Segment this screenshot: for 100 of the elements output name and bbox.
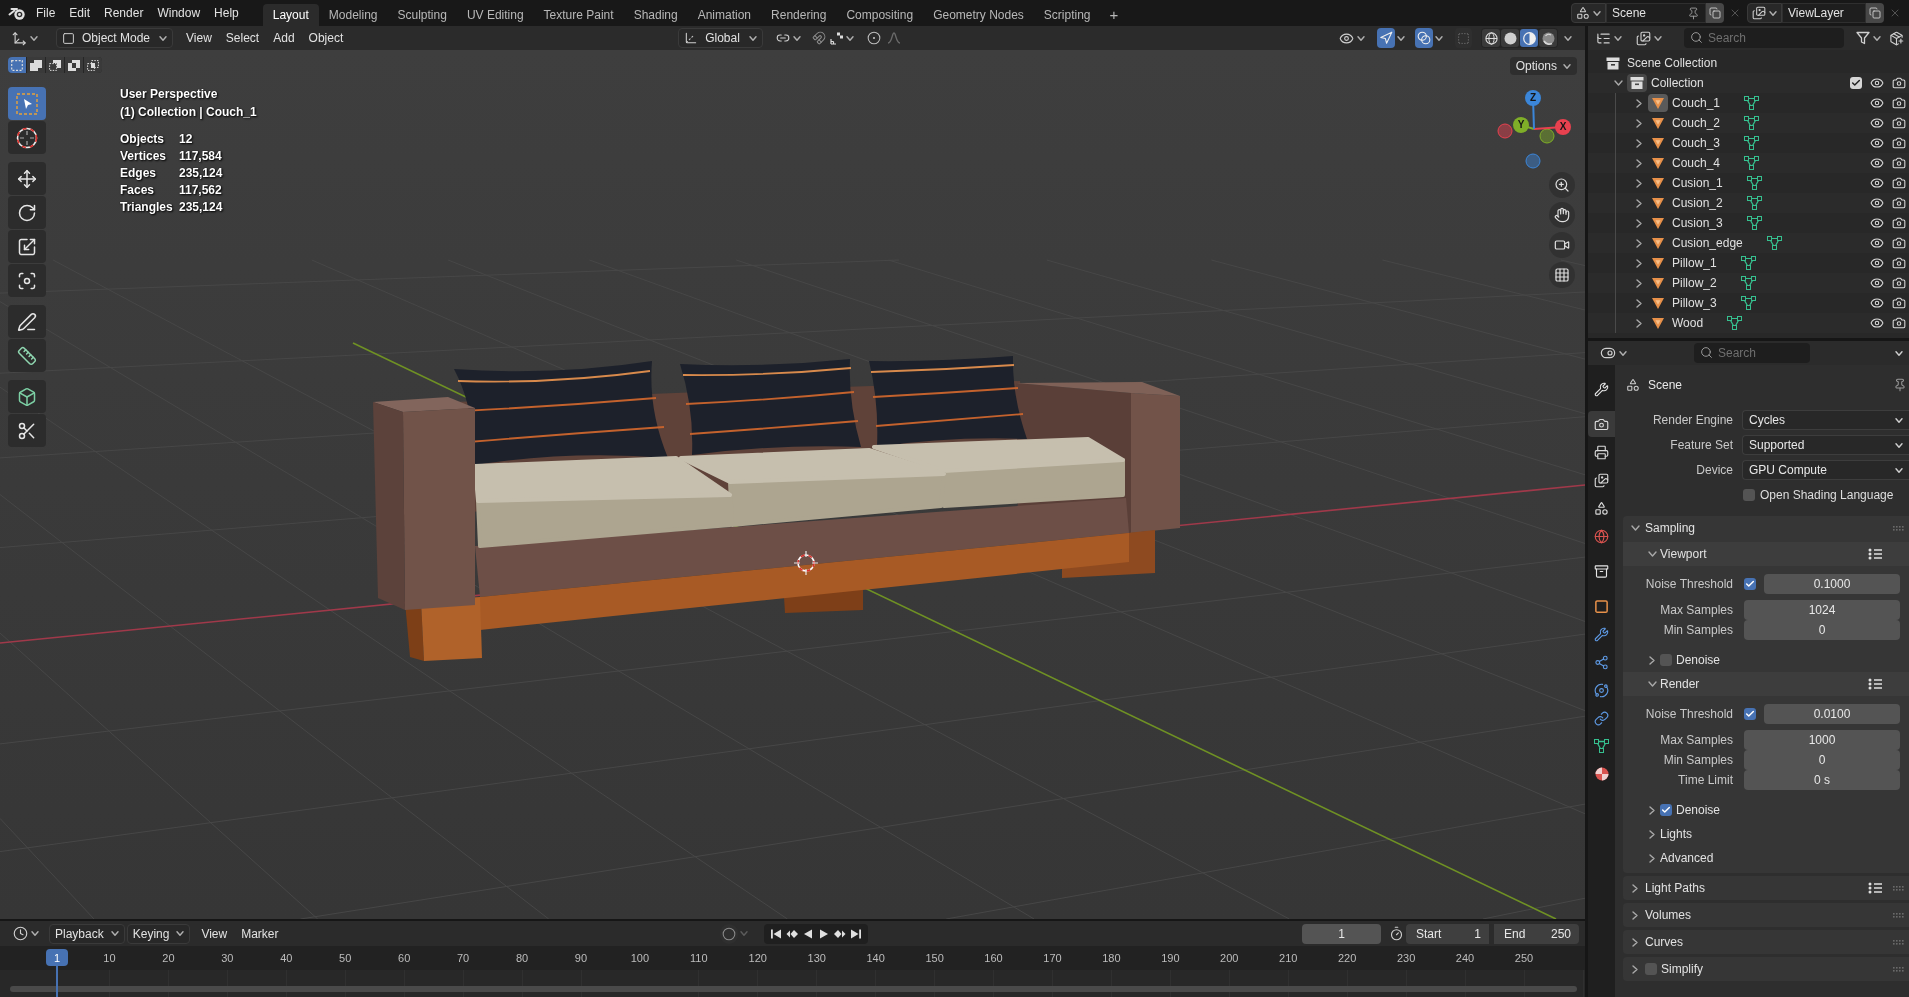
current-frame-marker[interactable]: 1 <box>46 949 68 966</box>
tool-button[interactable] <box>8 339 46 372</box>
options-dropdown[interactable]: Options <box>1509 57 1577 75</box>
tool-button[interactable] <box>8 196 46 229</box>
triangle-icon[interactable] <box>1651 216 1665 230</box>
jump-end-icon[interactable] <box>849 927 862 940</box>
panel-title[interactable]: Lights <box>1660 827 1693 841</box>
add-workspace-button[interactable]: + <box>1103 4 1125 26</box>
chevron-right-icon[interactable] <box>1636 198 1642 208</box>
gizmo-toggle[interactable] <box>1377 28 1395 48</box>
search-field[interactable]: Search <box>1684 28 1844 48</box>
chevron-right-icon[interactable] <box>1649 829 1655 839</box>
scene-browse-button[interactable] <box>1571 3 1606 23</box>
outliner-item[interactable]: Pillow_2 <box>1672 276 1717 290</box>
view-layer-browse-button[interactable] <box>1747 3 1782 23</box>
chevron-right-icon[interactable] <box>1632 883 1638 893</box>
checkbox[interactable] <box>1744 578 1756 590</box>
current-frame-field[interactable]: 1 <box>1302 923 1381 944</box>
camera-icon[interactable] <box>1892 96 1906 110</box>
number-field[interactable]: 0.1000 <box>1764 574 1900 594</box>
panel-title[interactable]: Simplify <box>1661 962 1703 976</box>
checkbox[interactable] <box>1850 77 1862 89</box>
outliner-item[interactable]: Couch_1 <box>1672 96 1721 110</box>
record-button[interactable] <box>719 923 738 944</box>
tool-button[interactable] <box>8 380 46 413</box>
workspace-tab[interactable]: Sculpting <box>387 4 457 26</box>
eye-icon[interactable] <box>1870 216 1884 230</box>
outliner-item[interactable]: Couch_4 <box>1672 156 1721 170</box>
triangle-icon[interactable] <box>1651 256 1665 270</box>
eye-icon[interactable] <box>1870 236 1884 250</box>
workspace-tab[interactable]: Rendering <box>761 4 837 26</box>
menu-item[interactable]: Render <box>97 3 151 23</box>
outliner-item[interactable]: Cusion_2 <box>1672 196 1723 210</box>
projection-button[interactable] <box>1549 262 1575 288</box>
outliner-item[interactable]: Collection <box>1651 76 1704 90</box>
menu-dropdown[interactable]: Keying <box>126 923 191 944</box>
chevron-down-icon[interactable] <box>1630 525 1640 531</box>
camera-icon[interactable] <box>1892 276 1906 290</box>
triangle-icon[interactable] <box>1651 276 1665 290</box>
panel-title[interactable]: Denoise <box>1676 653 1721 667</box>
shading-button[interactable] <box>1501 29 1519 47</box>
menu-item[interactable]: Help <box>207 3 246 23</box>
outliner-item[interactable]: Scene Collection <box>1627 56 1718 70</box>
tool-button[interactable] <box>8 162 46 195</box>
panel-title[interactable]: Advanced <box>1660 851 1714 865</box>
checkbox[interactable] <box>1743 489 1755 501</box>
scene-name-field[interactable]: Scene <box>1606 3 1706 23</box>
menu-item[interactable]: Select <box>218 28 267 48</box>
checkbox[interactable] <box>1660 654 1672 666</box>
menu-item[interactable]: File <box>29 3 63 23</box>
chevron-right-icon[interactable] <box>1636 258 1642 268</box>
eye-icon[interactable] <box>1870 136 1884 150</box>
panel-title[interactable]: Denoise <box>1676 803 1721 817</box>
shading-button[interactable] <box>1482 29 1500 47</box>
panel-title[interactable]: Light Paths <box>1645 881 1706 895</box>
grip-icon[interactable] <box>1893 912 1905 918</box>
panel-title[interactable]: Render <box>1660 677 1700 691</box>
chevron-right-icon[interactable] <box>1636 98 1642 108</box>
menu-item[interactable]: Add <box>266 28 302 48</box>
shading-button[interactable] <box>1539 29 1557 47</box>
camera-icon[interactable] <box>1892 236 1906 250</box>
outliner-item[interactable]: Cusion_3 <box>1672 216 1723 230</box>
pin-icon[interactable] <box>1893 378 1907 392</box>
panel-title[interactable]: Sampling <box>1645 521 1696 535</box>
outliner-item[interactable]: Cusion_1 <box>1672 176 1723 190</box>
workspace-tab[interactable]: Layout <box>262 4 319 26</box>
view-layer-name-field[interactable]: ViewLayer <box>1782 3 1866 23</box>
eye-icon[interactable] <box>1870 196 1884 210</box>
triangle-icon[interactable] <box>1651 196 1665 210</box>
search-field[interactable]: Search <box>1694 343 1810 363</box>
number-field[interactable]: 0 <box>1744 750 1900 770</box>
menu-item[interactable]: Window <box>150 3 208 23</box>
select-mode-button[interactable] <box>84 57 102 73</box>
camera-icon[interactable] <box>1892 156 1906 170</box>
number-field[interactable]: 0 <box>1744 620 1900 640</box>
chevron-right-icon[interactable] <box>1636 218 1642 228</box>
number-field[interactable]: 1000 <box>1744 730 1900 750</box>
checkbox[interactable] <box>1744 708 1756 720</box>
orientation-dropdown[interactable]: Global <box>678 28 763 48</box>
checkbox[interactable] <box>1645 963 1657 975</box>
triangle-icon[interactable] <box>1651 316 1665 330</box>
select-mode-button[interactable] <box>46 57 64 73</box>
workspace-tab[interactable]: Modeling <box>318 4 388 26</box>
workspace-tab[interactable]: Texture Paint <box>533 4 624 26</box>
play-icon[interactable] <box>817 927 830 940</box>
select-mode-button[interactable] <box>27 57 45 73</box>
copy-button[interactable] <box>1866 3 1884 23</box>
triangle-icon[interactable] <box>1651 236 1665 250</box>
chevron-right-icon[interactable] <box>1636 158 1642 168</box>
menu-item[interactable]: View <box>194 923 235 944</box>
menu-item[interactable]: Marker <box>234 923 286 944</box>
chevron-right-icon[interactable] <box>1636 178 1642 188</box>
outliner-item[interactable]: Cusion_edge <box>1672 236 1743 250</box>
shading-button[interactable] <box>1520 29 1538 47</box>
camera-icon[interactable] <box>1892 116 1906 130</box>
outliner-item[interactable]: Wood <box>1672 316 1704 330</box>
chevron-right-icon[interactable] <box>1649 805 1655 815</box>
menu-item[interactable]: Object <box>301 28 351 48</box>
zoom-button[interactable] <box>1549 172 1575 198</box>
triangle-icon[interactable] <box>1651 156 1665 170</box>
